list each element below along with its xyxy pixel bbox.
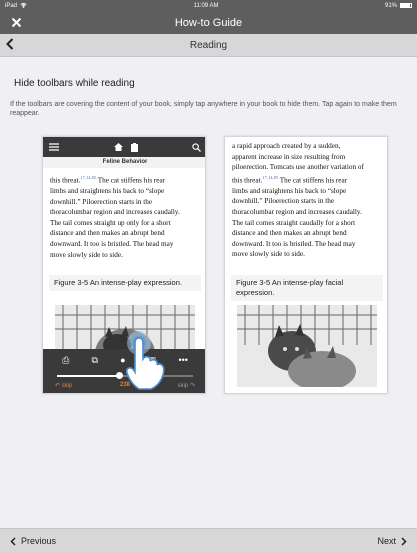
more-icon: •••: [178, 355, 188, 365]
text-line: distance and then makes an abrupt bend: [232, 229, 347, 238]
bookmark-add-icon: ⎙: [62, 354, 70, 365]
section-bar: Reading: [0, 34, 417, 57]
clock: 11:09 AM: [193, 2, 219, 9]
text-line: The cat stiffens his rear: [278, 176, 348, 185]
text-line: move slowly side to side.: [232, 250, 305, 259]
page-title: How-to Guide: [174, 16, 243, 29]
close-button[interactable]: [8, 14, 24, 30]
text-line: limbs and straightens his back to “slope: [50, 186, 165, 195]
search-icon: [192, 142, 201, 152]
reader-top-toolbar: [43, 137, 205, 157]
nav-bar: How-to Guide: [0, 11, 417, 34]
example-screen-toolbars-hidden: a rapid approach created by a sudden, ap…: [224, 136, 388, 394]
pages-icon: ⧉: [91, 354, 98, 365]
previous-button[interactable]: Previous: [10, 536, 56, 546]
text-line: limbs and straightens his back to “slope: [232, 186, 347, 195]
text-line: The tail comes straight up only for a sh…: [50, 218, 171, 227]
slider-knob: [116, 372, 124, 379]
next-label: Next: [377, 536, 396, 546]
text-line: thoracolumbar region and increases cauda…: [232, 207, 362, 216]
text-line: distance and then makes an abrupt bend: [50, 229, 165, 238]
text-line: this threat.: [50, 176, 81, 185]
text-line: downhill.” Piloerection starts in the: [50, 197, 153, 206]
text-line: thoracolumbar region and increases cauda…: [50, 208, 180, 217]
text-line: The tail comes straight caudally for a s…: [232, 218, 356, 227]
figure-caption: Figure 3-5 An intense-play expression.: [49, 275, 201, 291]
battery-percent: 91%: [384, 2, 397, 9]
device-label: iPad: [5, 2, 18, 9]
tip-description: If the toolbars are covering the content…: [10, 101, 397, 117]
section-title: Reading: [189, 39, 228, 51]
contents-icon: ●: [120, 355, 126, 365]
figure-caption: Figure 3-5 An intense-play facial expres…: [231, 275, 383, 301]
text-line: downward. It too is bristled. The head m…: [50, 239, 174, 248]
previous-label: Previous: [21, 536, 57, 546]
skip-forward: skip ↷: [177, 383, 195, 389]
chevron-left-icon: [6, 38, 14, 50]
page-slider: [57, 372, 193, 379]
text-line: this threat.: [232, 176, 263, 185]
text-line: a rapid approach created by a sudden,: [232, 142, 341, 150]
home-icon: [113, 143, 123, 151]
battery-icon: [400, 3, 412, 8]
text-line: apparent increase in size resulting from: [232, 152, 346, 161]
tip-heading: Hide toolbars while reading: [14, 78, 135, 89]
close-icon: [11, 17, 21, 27]
text-line: downward. It too is bristled. The head m…: [232, 239, 356, 248]
menu-icon: [49, 143, 59, 151]
page-number: 238: [119, 382, 130, 388]
next-button[interactable]: Next: [377, 536, 407, 546]
status-bar: iPad 11:09 AM 91%: [0, 0, 417, 11]
footnote-ref: 17,14,85: [80, 175, 97, 180]
chevron-left-icon: [10, 536, 16, 546]
wifi-icon: [20, 3, 27, 8]
text-line: piloerection. Tomcats use another variat…: [232, 163, 364, 172]
book-icon: [130, 142, 138, 152]
pager-bar: Previous Next: [0, 528, 417, 553]
back-button[interactable]: [6, 38, 14, 53]
text-line: move slowly side to side.: [50, 250, 123, 259]
book-page-text: a rapid approach created by a sudden, ap…: [232, 141, 382, 260]
reader-bottom-toolbar: ⎙ ⧉ ● ▣ ••• ↶ skip 238 skip ↷: [43, 349, 205, 393]
skip-back: ↶ skip: [55, 383, 73, 389]
kitten-photo: [237, 305, 377, 387]
chevron-right-icon: [401, 536, 407, 546]
kitten-photo: [55, 305, 195, 350]
notes-icon: ▣: [147, 354, 157, 365]
footnote-ref: 17,14,85: [262, 174, 279, 180]
book-page-text: this threat.17,14,85 The cat stiffens hi…: [50, 173, 200, 260]
text-line: The cat stiffens his rear: [96, 176, 166, 185]
example-screen-toolbars-visible: Feline Behavior this threat.17,14,85 The…: [42, 136, 206, 394]
book-title: Feline Behavior: [43, 157, 205, 168]
text-line: downhill.” Piloerection starts in the: [232, 197, 335, 206]
